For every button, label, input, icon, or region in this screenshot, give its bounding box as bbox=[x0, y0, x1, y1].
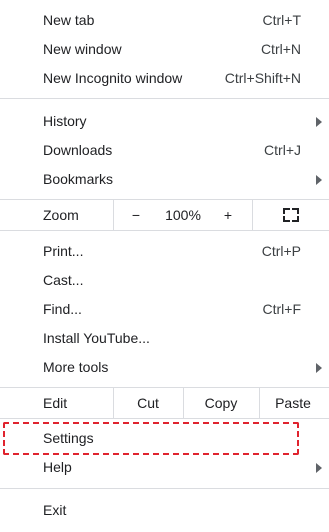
edit-label: Edit bbox=[43, 395, 68, 411]
menu-item-label: New window bbox=[43, 41, 122, 57]
paste-button[interactable]: Paste bbox=[260, 388, 326, 418]
cut-button[interactable]: Cut bbox=[114, 388, 182, 418]
menu-item-more-tools[interactable]: More tools bbox=[0, 353, 329, 382]
menu-item-label: Print... bbox=[43, 243, 84, 259]
zoom-label: Zoom bbox=[43, 207, 79, 223]
menu-item-label: Downloads bbox=[43, 142, 113, 158]
menu-item-new-tab[interactable]: New tab Ctrl+T bbox=[0, 6, 329, 35]
menu-item-label: Install YouTube... bbox=[43, 330, 150, 346]
menu-item-new-window[interactable]: New window Ctrl+N bbox=[0, 35, 329, 64]
menu-item-exit[interactable]: Exit bbox=[0, 496, 329, 525]
menu-item-find[interactable]: Find... Ctrl+F bbox=[0, 295, 329, 324]
edit-row: Edit Cut Copy Paste bbox=[0, 388, 329, 418]
menu-item-label: Help bbox=[43, 459, 72, 475]
submenu-arrow-icon bbox=[316, 363, 322, 373]
fullscreen-corner bbox=[283, 208, 290, 214]
menu-item-shortcut: Ctrl+J bbox=[264, 142, 301, 158]
zoom-row: Zoom − 100% + bbox=[0, 200, 329, 230]
menu-item-help[interactable]: Help bbox=[0, 453, 329, 482]
fullscreen-corner bbox=[283, 216, 290, 222]
menu-item-label: More tools bbox=[43, 359, 109, 375]
menu-separator bbox=[0, 98, 329, 99]
menu-item-label: Find... bbox=[43, 301, 82, 317]
fullscreen-icon[interactable] bbox=[283, 208, 299, 222]
zoom-divider bbox=[113, 200, 114, 230]
menu-item-label: Bookmarks bbox=[43, 171, 114, 187]
menu-item-label: New Incognito window bbox=[43, 70, 183, 86]
menu-item-label: History bbox=[43, 113, 87, 129]
zoom-out-button[interactable]: − bbox=[122, 200, 150, 230]
menu-item-label: Exit bbox=[43, 502, 67, 518]
menu-separator bbox=[0, 418, 329, 419]
menu-item-bookmarks[interactable]: Bookmarks bbox=[0, 165, 329, 194]
menu-item-shortcut: Ctrl+N bbox=[260, 41, 301, 57]
menu-item-shortcut: Ctrl+F bbox=[262, 301, 302, 317]
submenu-arrow-icon bbox=[316, 117, 322, 127]
menu-item-shortcut: Ctrl+Shift+N bbox=[224, 70, 301, 86]
menu-item-new-incognito-window[interactable]: New Incognito window Ctrl+Shift+N bbox=[0, 64, 329, 93]
menu-item-install-youtube[interactable]: Install YouTube... bbox=[0, 324, 329, 353]
zoom-divider bbox=[252, 200, 253, 230]
zoom-level: 100% bbox=[165, 207, 201, 223]
chrome-main-menu: New tab Ctrl+T New window Ctrl+N New Inc… bbox=[0, 0, 329, 532]
settings-highlight-box bbox=[3, 422, 299, 455]
menu-item-shortcut: Ctrl+T bbox=[262, 12, 302, 28]
fullscreen-corner bbox=[292, 216, 299, 222]
submenu-arrow-icon bbox=[316, 175, 322, 185]
menu-separator bbox=[0, 230, 329, 231]
submenu-arrow-icon bbox=[316, 463, 322, 473]
menu-item-print[interactable]: Print... Ctrl+P bbox=[0, 237, 329, 266]
menu-item-shortcut: Ctrl+P bbox=[261, 243, 301, 259]
menu-item-history[interactable]: History bbox=[0, 107, 329, 136]
copy-button[interactable]: Copy bbox=[184, 388, 258, 418]
fullscreen-corner bbox=[292, 208, 299, 214]
menu-item-cast[interactable]: Cast... bbox=[0, 266, 329, 295]
menu-item-downloads[interactable]: Downloads Ctrl+J bbox=[0, 136, 329, 165]
zoom-in-button[interactable]: + bbox=[214, 200, 242, 230]
menu-separator bbox=[0, 488, 329, 489]
menu-item-label: Cast... bbox=[43, 272, 84, 288]
menu-item-label: New tab bbox=[43, 12, 95, 28]
